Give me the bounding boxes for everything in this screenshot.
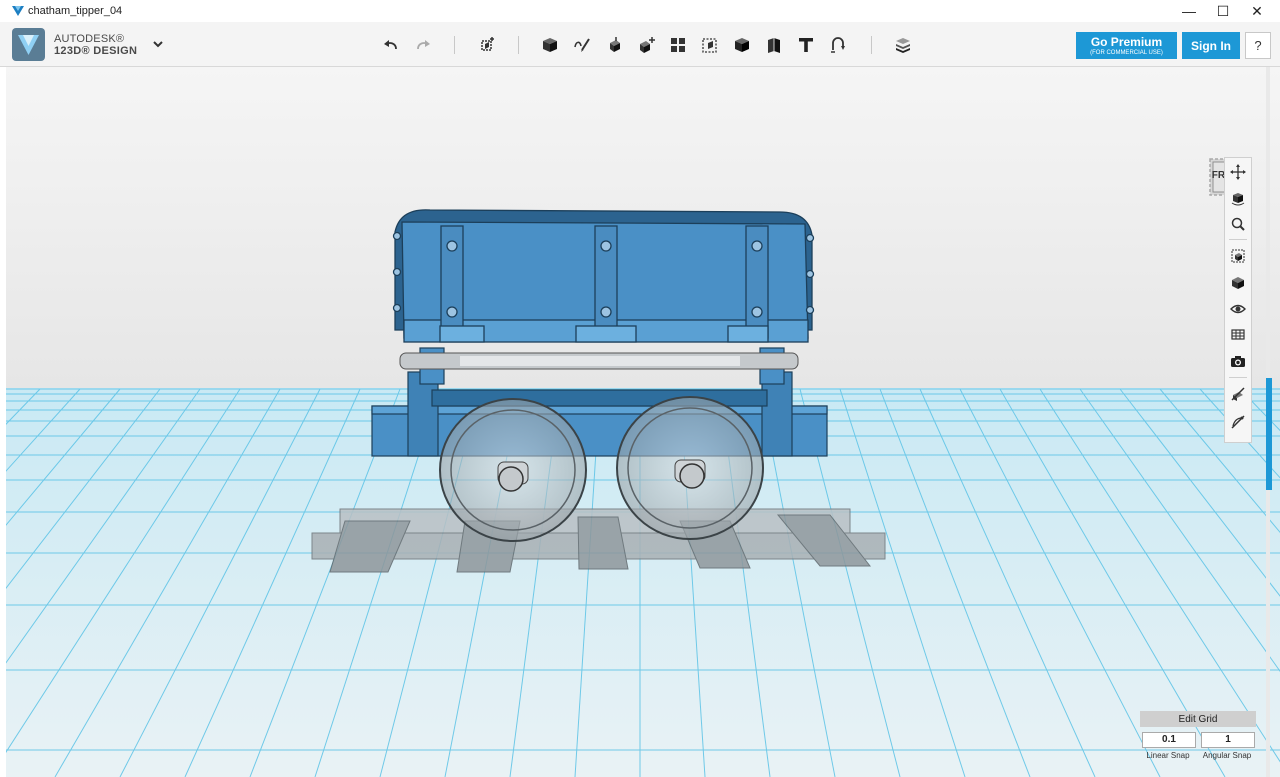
left-edge xyxy=(0,67,6,777)
maximize-button[interactable]: ☐ xyxy=(1206,0,1240,22)
maximize-icon: ☐ xyxy=(1216,2,1230,19)
combine-button[interactable] xyxy=(729,32,755,58)
main-toolbar: AUTODESK® 123D® DESIGN Go Premium (FOR C… xyxy=(0,22,1280,67)
model-scene[interactable] xyxy=(0,67,1280,777)
close-icon: ✕ xyxy=(1251,2,1263,19)
grid-panel: Edit Grid Linear Snap Angular Snap xyxy=(1140,711,1256,763)
app-logo-icon xyxy=(12,6,24,16)
linear-snap-label: Linear Snap xyxy=(1146,751,1190,760)
pivot-bar xyxy=(399,352,799,370)
orbit-icon xyxy=(1231,193,1245,206)
measure-icon xyxy=(768,38,780,53)
visibility-icon xyxy=(1230,304,1246,314)
pattern-icon xyxy=(671,38,685,52)
pattern-button[interactable] xyxy=(665,32,691,58)
redo-arrow-icon xyxy=(417,40,430,50)
go-premium-sublabel: (FOR COMMERCIAL USE) xyxy=(1090,50,1163,56)
sign-in-button[interactable]: Sign In xyxy=(1182,32,1240,59)
modify-button[interactable] xyxy=(633,32,659,58)
modify-icon xyxy=(640,37,655,53)
brand-autodesk: AUTODESK® xyxy=(54,33,125,45)
zoom-icon xyxy=(1231,217,1245,231)
show-hide-sketch-button[interactable] xyxy=(1228,384,1248,404)
minimize-icon: — xyxy=(1182,3,1196,19)
chevron-down-icon[interactable] xyxy=(150,37,166,51)
undo-button[interactable] xyxy=(378,32,404,58)
text-button[interactable] xyxy=(793,32,819,58)
autodesk-logo-icon[interactable] xyxy=(12,28,45,61)
group-button[interactable] xyxy=(697,32,723,58)
primitives-icon xyxy=(543,38,557,52)
transform-icon xyxy=(481,37,494,51)
minimize-button[interactable]: — xyxy=(1172,0,1206,22)
pan-icon xyxy=(1230,164,1246,180)
combine-icon xyxy=(735,38,749,52)
camera-button[interactable] xyxy=(1228,351,1248,371)
material-icon xyxy=(896,38,910,53)
orbit-button[interactable] xyxy=(1228,188,1248,208)
perspective-icon xyxy=(1232,277,1244,289)
close-button[interactable]: ✕ xyxy=(1240,0,1274,22)
nav-divider xyxy=(1229,377,1247,378)
navigation-bar xyxy=(1224,157,1252,443)
window-title: chatham_tipper_04 xyxy=(28,5,123,17)
fit-button[interactable] xyxy=(1228,246,1248,266)
angular-snap-label: Angular Snap xyxy=(1202,751,1252,760)
tipper-body xyxy=(392,209,815,343)
nav-divider xyxy=(1229,239,1247,240)
window-titlebar: chatham_tipper_04 — ☐ ✕ xyxy=(0,0,1280,23)
material-button[interactable] xyxy=(890,32,916,58)
text-icon xyxy=(799,38,813,52)
go-premium-button[interactable]: Go Premium (FOR COMMERCIAL USE) xyxy=(1076,32,1177,59)
toolbar-divider xyxy=(518,36,519,54)
primitives-button[interactable] xyxy=(537,32,563,58)
right-panel-handle[interactable] xyxy=(1266,378,1272,490)
pan-button[interactable] xyxy=(1228,162,1248,182)
zoom-button[interactable] xyxy=(1228,214,1248,234)
construct-button[interactable] xyxy=(601,32,627,58)
snap-button[interactable] xyxy=(825,32,851,58)
perspective-button[interactable] xyxy=(1228,273,1248,293)
show-hide-mesh-button[interactable] xyxy=(1228,412,1248,432)
construct-icon xyxy=(610,37,620,52)
materials-outlines-button[interactable] xyxy=(1228,325,1248,345)
fit-icon xyxy=(1231,249,1245,263)
toolbar-divider xyxy=(871,36,872,54)
transform-button[interactable] xyxy=(474,32,500,58)
group-icon xyxy=(702,38,717,53)
show-hide-mesh-icon xyxy=(1231,415,1245,429)
edit-grid-button[interactable]: Edit Grid xyxy=(1140,711,1256,727)
redo-button[interactable] xyxy=(410,32,436,58)
help-button[interactable]: ? xyxy=(1245,32,1271,59)
go-premium-label: Go Premium xyxy=(1090,35,1163,49)
materials-outlines-icon xyxy=(1231,329,1245,340)
sketch-icon xyxy=(574,38,590,52)
sketch-button[interactable] xyxy=(569,32,595,58)
linear-snap-field[interactable] xyxy=(1142,732,1196,748)
camera-icon xyxy=(1231,356,1245,367)
show-hide-sketch-icon xyxy=(1231,387,1245,401)
toolbar-divider xyxy=(454,36,455,54)
design-viewport[interactable]: FRONT xyxy=(0,67,1280,777)
measure-button[interactable] xyxy=(761,32,787,58)
undo-arrow-icon xyxy=(384,40,397,50)
snap-icon xyxy=(831,37,845,53)
angular-snap-field[interactable] xyxy=(1201,732,1255,748)
brand-product: 123D® DESIGN xyxy=(54,45,138,57)
visibility-button[interactable] xyxy=(1228,299,1248,319)
